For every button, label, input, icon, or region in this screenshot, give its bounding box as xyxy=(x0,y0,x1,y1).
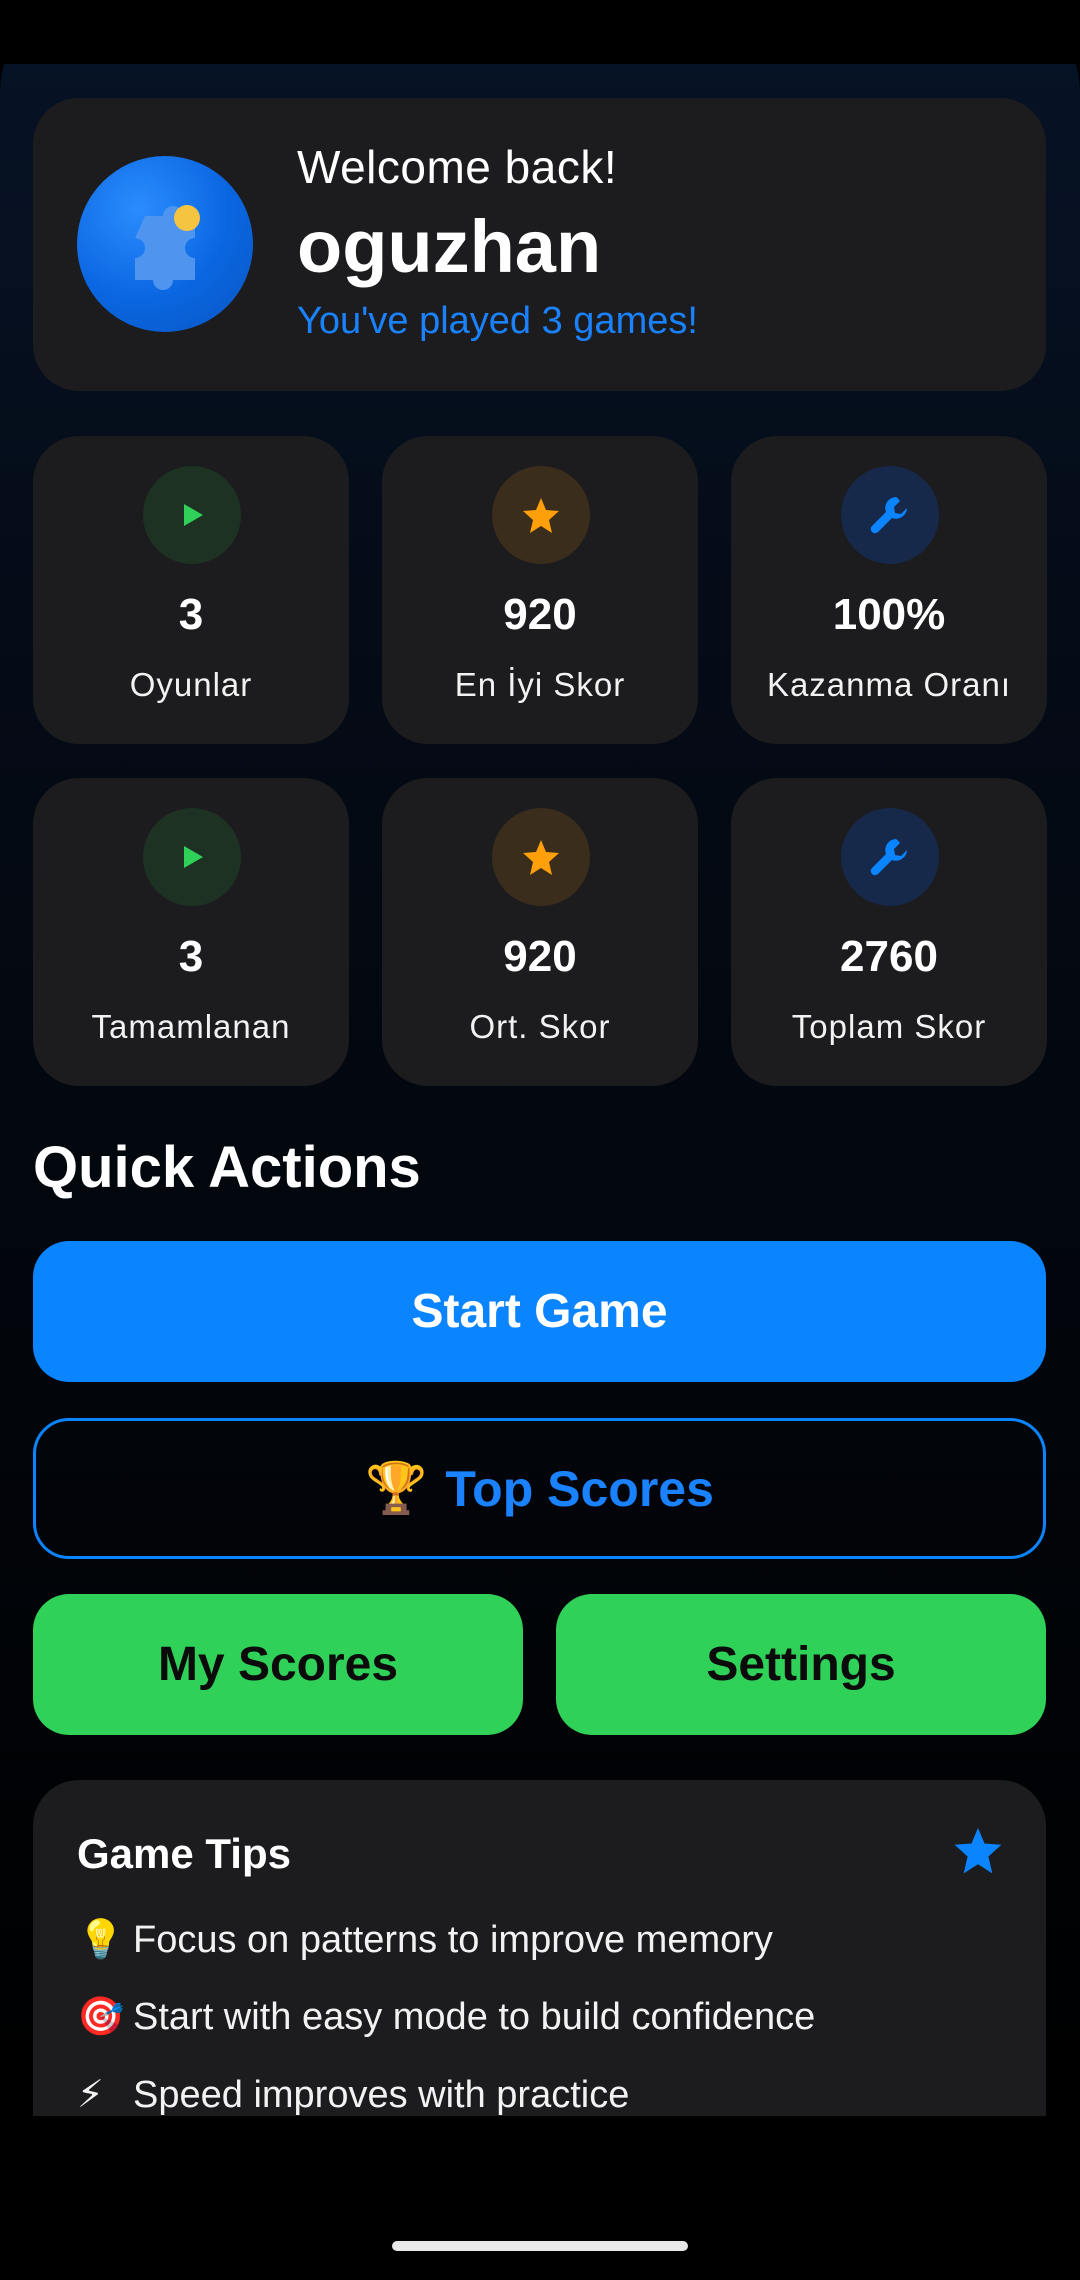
welcome-greeting: Welcome back! xyxy=(297,141,618,193)
tip-text: Focus on patterns to improve memory xyxy=(133,1919,773,1961)
tip-item: ⚡ Speed improves with practice xyxy=(77,2072,629,2116)
target-icon: 🎯 xyxy=(77,1996,125,2038)
stat-card-avg-score: 920 Ort. Skor xyxy=(382,778,698,1086)
stat-value: 2760 xyxy=(840,932,938,981)
play-icon xyxy=(143,466,241,564)
welcome-card: Welcome back! oguzhan You've played 3 ga… xyxy=(33,98,1046,391)
stat-label: Ort. Skor xyxy=(469,1008,611,1045)
stat-label: Oyunlar xyxy=(129,666,253,703)
wrench-icon xyxy=(841,466,939,564)
username: oguzhan xyxy=(297,205,602,288)
stat-value: 100% xyxy=(832,590,946,639)
wrench-icon xyxy=(841,808,939,906)
stat-card-win-rate: 100% Kazanma Oranı xyxy=(731,436,1047,744)
stat-value: 3 xyxy=(178,590,204,639)
tip-item: 🎯 Start with easy mode to build confidenc… xyxy=(77,1995,815,2039)
stat-label: En İyi Skor xyxy=(454,666,626,703)
puzzle-icon xyxy=(135,205,200,290)
stat-card-total-score: 2760 Toplam Skor xyxy=(731,778,1047,1086)
stat-card-games: 3 Oyunlar xyxy=(33,436,349,744)
tip-text: Speed improves with practice xyxy=(133,2074,630,2116)
game-tips-title: Game Tips xyxy=(77,1830,291,1877)
my-scores-button[interactable]: My Scores xyxy=(33,1594,523,1735)
quick-actions-title: Quick Actions xyxy=(33,1135,421,1200)
home-screen: Welcome back! oguzhan You've played 3 ga… xyxy=(0,64,1080,2116)
avatar xyxy=(77,156,253,332)
trophy-icon: 🏆 xyxy=(365,1460,428,1516)
stat-value: 3 xyxy=(178,932,204,981)
play-icon xyxy=(143,808,241,906)
stat-label: Toplam Skor xyxy=(791,1008,987,1045)
start-game-button[interactable]: Start Game xyxy=(33,1241,1046,1382)
top-scores-label: Top Scores xyxy=(445,1460,714,1517)
star-icon xyxy=(492,466,590,564)
settings-button[interactable]: Settings xyxy=(556,1594,1046,1735)
top-scores-button[interactable]: 🏆 Top Scores xyxy=(33,1418,1046,1559)
stat-label: Kazanma Oranı xyxy=(766,666,1012,703)
star-icon xyxy=(954,1827,1002,1874)
star-icon xyxy=(492,808,590,906)
stat-label: Tamamlanan xyxy=(91,1008,291,1045)
lightbulb-icon: 💡 xyxy=(77,1919,125,1961)
home-indicator[interactable] xyxy=(392,2241,688,2251)
games-played-text: You've played 3 games! xyxy=(297,300,698,342)
device-frame: Welcome back! oguzhan You've played 3 ga… xyxy=(0,0,1080,2280)
stat-value: 920 xyxy=(503,932,577,981)
stat-value: 920 xyxy=(503,590,577,639)
stat-card-completed: 3 Tamamlanan xyxy=(33,778,349,1086)
tip-text: Start with easy mode to build confidence xyxy=(133,1996,816,2038)
lightning-icon: ⚡ xyxy=(77,2074,104,2116)
game-tips-card: Game Tips 💡 Focus on patterns to improve … xyxy=(33,1780,1046,2116)
stat-card-best-score: 920 En İyi Skor xyxy=(382,436,698,744)
tip-item: 💡 Focus on patterns to improve memory xyxy=(77,1918,773,1962)
